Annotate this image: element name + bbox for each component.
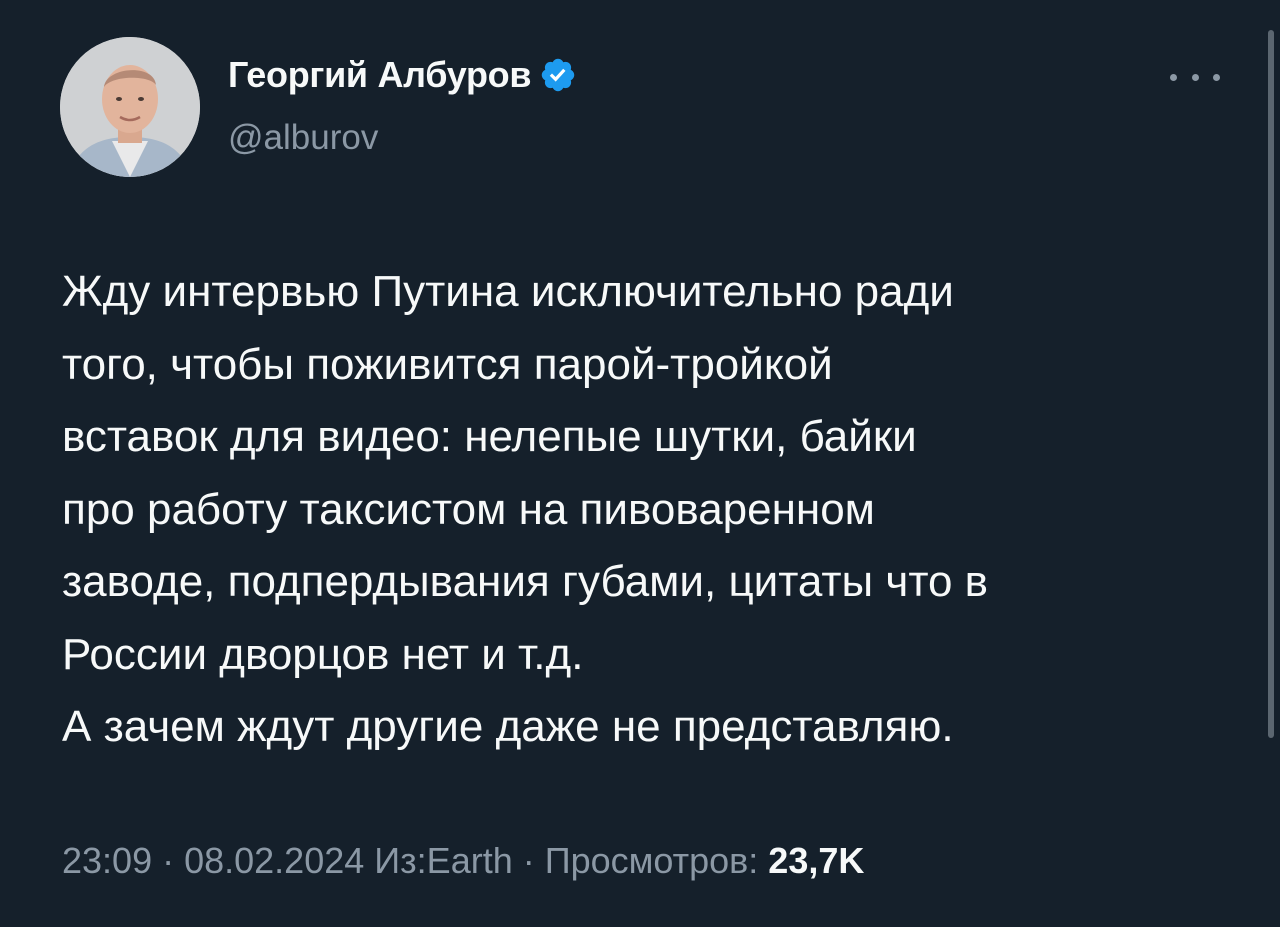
more-dot (1191, 73, 1199, 81)
more-dot (1213, 73, 1220, 81)
tweet-source: Из:Earth (374, 840, 513, 881)
meta-separator: · (152, 840, 185, 881)
avatar-photo (60, 37, 200, 177)
tweet-text-line: вставок для видео: нелепые шутки, байки (62, 412, 917, 461)
avatar[interactable] (60, 37, 200, 177)
tweet-text-line: того, чтобы поживится парой-тройкой (62, 339, 833, 389)
tweet-text: Жду интервью Путина исключительно ради т… (62, 256, 1242, 764)
tweet-date[interactable]: 08.02.2024 (184, 840, 364, 881)
tweet-text-line: А зачем ждут другие даже не представляю. (62, 702, 954, 751)
tweet-card: Георгий Албуров @alburov Жду интервью Пу… (0, 0, 1280, 927)
meta-separator (364, 840, 374, 881)
more-options-icon[interactable] (1170, 66, 1220, 88)
more-dot (1170, 73, 1177, 81)
tweet-meta: 23:09 · 08.02.2024 Из:Earth · Просмотров… (62, 840, 864, 882)
author-name[interactable]: Георгий Албуров (228, 54, 531, 96)
author-handle[interactable]: @alburov (228, 118, 378, 158)
tweet-text-line: России дворцов нет и т.д. (62, 629, 584, 679)
views-count[interactable]: 23,7K (768, 840, 864, 881)
verified-badge-icon (541, 58, 575, 92)
author-name-row: Георгий Албуров (228, 53, 577, 97)
tweet-text-line: Жду интервью Путина исключительно ради (62, 267, 954, 316)
views-label: Просмотров: (544, 840, 769, 881)
tweet-text-line: про работу таксистом на пивоваренном (62, 484, 875, 534)
scrollbar[interactable] (1268, 30, 1274, 738)
tweet-text-line: заводе, подпердывания губами, цитаты что… (62, 557, 989, 606)
meta-separator: · (512, 840, 545, 881)
tweet-time[interactable]: 23:09 (62, 840, 152, 881)
